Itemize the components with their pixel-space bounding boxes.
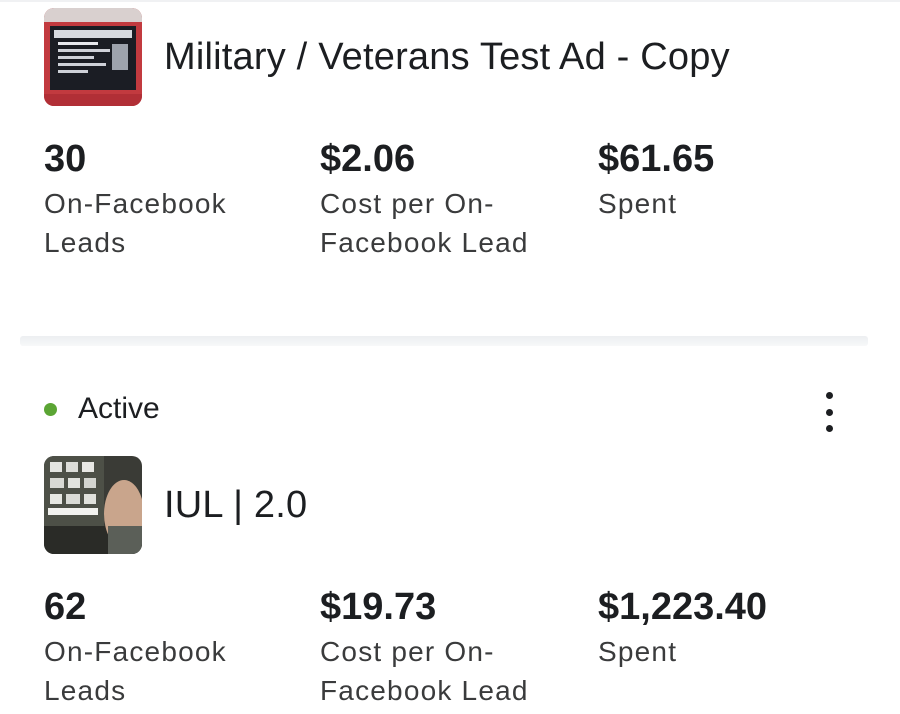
ad-title[interactable]: Military / Veterans Test Ad - Copy xyxy=(164,36,730,79)
menu-dot xyxy=(825,408,833,416)
ad-thumbnail[interactable] xyxy=(44,456,142,554)
status-row: Active xyxy=(44,392,160,426)
ad-card[interactable]: Active IUL | 2.0 62 On-Facebook Leads $1… xyxy=(0,346,900,714)
ad-card[interactable]: Military / Veterans Test Ad - Copy 30 On… xyxy=(0,0,900,312)
leads-label: On-Facebook Leads xyxy=(44,188,227,258)
leads-value: 62 xyxy=(44,586,87,628)
ad-metrics: 62 On-Facebook Leads $19.73 Cost per On-… xyxy=(44,584,858,710)
cost-per-lead-label: Cost per On-Facebook Lead xyxy=(320,188,529,258)
spent-value: $1,223.40 xyxy=(598,586,768,628)
ad-thumbnail[interactable] xyxy=(44,8,142,106)
leads-value: 30 xyxy=(44,138,87,180)
cost-per-lead-metric: $19.73 Cost per On-Facebook Lead xyxy=(320,584,598,710)
spent-value: $61.65 xyxy=(598,138,715,180)
menu-dot xyxy=(825,392,833,399)
ad-header[interactable]: IUL | 2.0 xyxy=(44,456,307,554)
ad-metrics: 30 On-Facebook Leads $2.06 Cost per On-F… xyxy=(44,136,858,262)
cost-per-lead-metric: $2.06 Cost per On-Facebook Lead xyxy=(320,136,598,262)
spent-metric: $1,223.40 Spent xyxy=(598,584,858,710)
leads-metric: 30 On-Facebook Leads xyxy=(44,136,320,262)
spent-metric: $61.65 Spent xyxy=(598,136,858,262)
cost-per-lead-value: $2.06 xyxy=(320,138,416,180)
cost-per-lead-label: Cost per On-Facebook Lead xyxy=(320,636,529,706)
cost-per-lead-value: $19.73 xyxy=(320,586,437,628)
spent-label: Spent xyxy=(598,636,678,667)
leads-metric: 62 On-Facebook Leads xyxy=(44,584,320,710)
ad-title[interactable]: IUL | 2.0 xyxy=(164,484,307,527)
ad-header[interactable]: Military / Veterans Test Ad - Copy xyxy=(44,8,730,106)
spent-label: Spent xyxy=(598,188,678,219)
card-divider xyxy=(20,336,868,346)
more-vertical-icon[interactable] xyxy=(814,392,844,432)
menu-dot xyxy=(825,425,833,432)
status-text: Active xyxy=(78,392,160,425)
status-dot-icon xyxy=(44,402,57,416)
leads-label: On-Facebook Leads xyxy=(44,636,227,706)
ads-manager-screen: Military / Veterans Test Ad - Copy 30 On… xyxy=(0,0,900,714)
